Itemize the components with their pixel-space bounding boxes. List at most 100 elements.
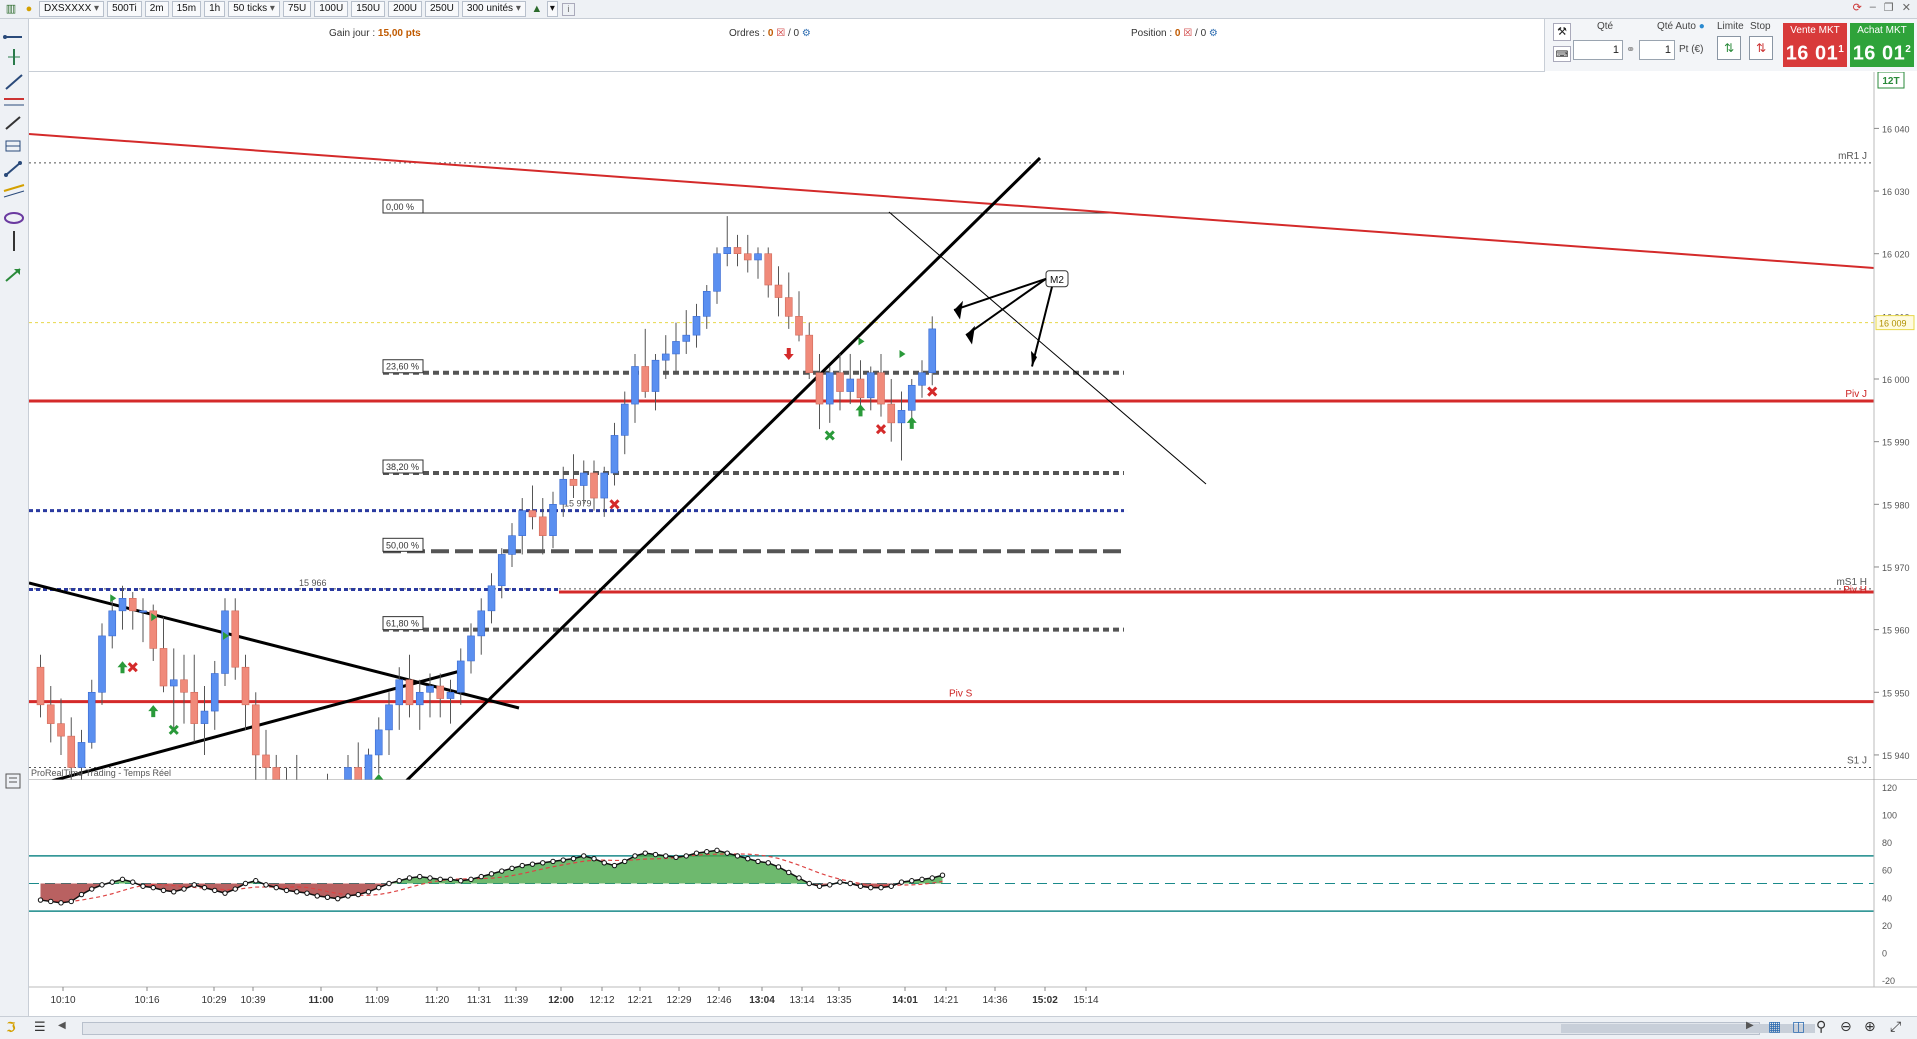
timeframe-button[interactable]: 15m [171,1,202,17]
candle[interactable] [395,679,404,706]
zoom-fit-icon[interactable]: ⚲ [1816,1018,1826,1035]
keyboard-icon[interactable]: ⌨ [1553,46,1571,62]
channel-tool-icon[interactable] [4,98,24,106]
candle[interactable] [508,535,516,555]
indicator-dropdown[interactable]: ▾ [546,1,558,17]
candle[interactable] [610,435,619,474]
candle[interactable] [805,334,814,374]
chart-grid-icon[interactable]: ▦ [1768,1018,1781,1035]
timeframe-button[interactable]: 250U [425,1,459,17]
candle[interactable] [600,472,609,499]
compress-icon[interactable]: ◫ [1792,1018,1805,1035]
candle[interactable] [579,472,588,486]
timeframe-button[interactable]: 300 unités [461,1,526,17]
candle[interactable] [784,297,793,317]
candle[interactable] [180,679,188,693]
candle[interactable] [856,378,865,399]
trendline-tool-icon[interactable] [5,74,23,90]
timeframe-button[interactable]: 150U [351,1,386,17]
sync-icon[interactable]: ⟳ [1853,1,1862,14]
segment-tool-icon[interactable] [4,161,22,177]
time-scrollbar[interactable] [82,1022,1815,1035]
qty-input[interactable]: 1 [1573,40,1623,60]
candle[interactable] [918,372,926,386]
candle[interactable] [764,253,773,286]
chart-type-icon[interactable]: ▥ [4,2,18,16]
candle[interactable] [590,472,598,499]
parallel-tool-icon[interactable] [3,184,25,198]
candle[interactable] [251,704,260,756]
indicator-chart-icon[interactable]: ▲ [530,2,544,16]
candle[interactable] [405,679,414,706]
candle[interactable] [98,635,106,693]
close-icon[interactable]: ✕ [1902,1,1911,14]
candle[interactable] [487,585,496,612]
expand-icon[interactable]: ⤢ [1890,1018,1901,1035]
candle[interactable] [743,253,752,261]
candle[interactable] [231,610,240,668]
position-close-icon[interactable]: ☒ [1183,28,1192,39]
scroll-left-icon[interactable]: ◀ [58,1020,66,1031]
price-chart[interactable]: mR1 JPiv JmS1 HPiv HPiv SS1 J15 97915 96… [29,72,1917,1015]
candle[interactable] [661,353,670,361]
qty-lock-icon[interactable]: ⚭ [1626,43,1635,56]
candle[interactable] [620,403,629,436]
buy-market-button[interactable]: Achat MKT 16 012 [1850,23,1914,67]
candle[interactable] [364,754,373,781]
candle[interactable] [897,410,906,424]
timeframe-button[interactable]: 75U [282,1,312,17]
limit-order-icon[interactable]: ⇅ [1717,36,1741,60]
candle[interactable] [210,673,219,712]
stop-order-icon[interactable]: ⇅ [1749,36,1773,60]
candle[interactable] [67,735,76,768]
candle[interactable] [426,685,434,693]
candle[interactable] [682,334,691,342]
points-input[interactable]: 1 [1639,40,1675,60]
orders-settings-icon[interactable]: ⚙ [802,28,811,39]
candle[interactable] [651,359,660,392]
candle[interactable] [641,366,650,392]
ellipse-tool-icon[interactable] [4,212,24,224]
candle[interactable] [169,679,178,687]
candle[interactable] [569,478,578,486]
candle[interactable] [733,247,742,254]
drawing-settings-icon[interactable] [5,773,21,789]
candle[interactable] [774,284,783,298]
candle[interactable] [549,504,557,536]
horizontal-line-tool-icon[interactable] [3,35,22,39]
candle[interactable] [866,372,875,399]
timeframe-button[interactable]: 500Ti [107,1,142,17]
candle[interactable] [497,554,506,587]
candle[interactable] [713,253,721,292]
candle[interactable] [139,610,147,613]
candle[interactable] [128,598,137,612]
candle[interactable] [467,635,475,662]
qty-auto-toggle-icon[interactable]: ● [1699,21,1705,32]
candle[interactable] [36,666,45,706]
candle[interactable] [723,247,732,254]
candle[interactable] [815,372,824,405]
candle[interactable] [446,691,455,699]
candle[interactable] [928,328,937,374]
candle[interactable] [385,704,393,731]
menu-icon[interactable]: ☰ [34,1019,46,1035]
candle[interactable] [877,372,885,405]
candle[interactable] [477,610,486,637]
candle[interactable] [118,598,127,612]
candle[interactable] [159,648,168,687]
candle[interactable] [672,341,680,355]
timeframe-button[interactable]: 1h [204,1,226,17]
timeframe-button[interactable]: 200U [388,1,422,17]
candle[interactable] [456,660,465,693]
yellow-indicator-icon[interactable]: ● [22,2,36,16]
candle[interactable] [436,685,445,699]
vertical-line-tool-icon[interactable] [8,49,20,65]
candle[interactable] [846,378,855,392]
candle[interactable] [518,510,527,536]
candle[interactable] [200,710,209,724]
candle[interactable] [887,403,896,424]
instrument-selector[interactable]: DXSXXXX [39,1,105,17]
timeframe-button[interactable]: 2m [144,1,169,17]
candle[interactable] [221,610,229,674]
candle[interactable] [241,666,250,706]
